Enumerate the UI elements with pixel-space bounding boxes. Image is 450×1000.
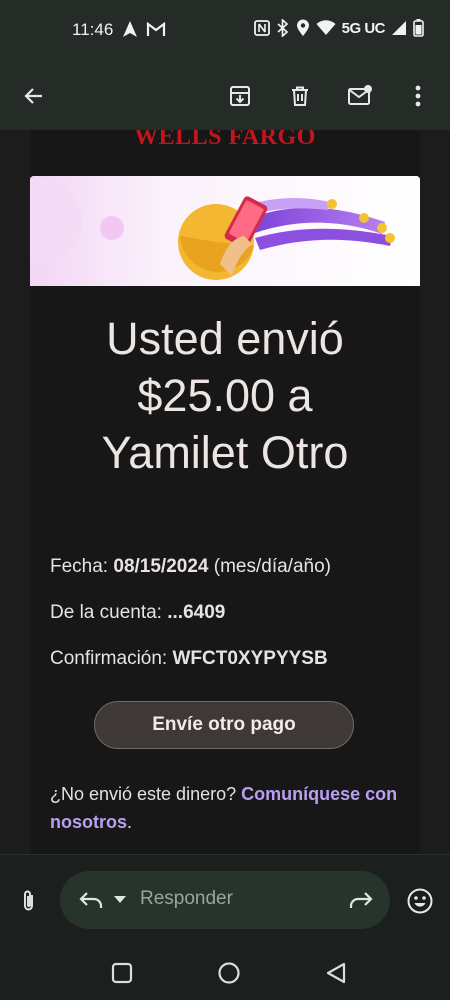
delete-icon[interactable]: [282, 78, 318, 114]
account-row: De la cuenta: ...6409: [50, 602, 226, 623]
back-nav-icon[interactable]: [325, 961, 347, 985]
payment-details: Fecha: 08/15/2024 (mes/día/año) De la cu…: [50, 552, 331, 690]
more-vert-icon[interactable]: [400, 78, 436, 114]
not-sent-notice: ¿No envió este dinero? Comuníquese con n…: [50, 784, 398, 832]
signal-icon: [392, 21, 406, 35]
emoji-icon[interactable]: [406, 887, 434, 915]
brand-logo: WELLS FARGO: [134, 130, 316, 150]
system-nav-bar: [0, 946, 450, 1000]
phone-payment-illustration: [30, 176, 420, 286]
forward-icon[interactable]: [348, 890, 374, 910]
status-time: 11:46: [72, 20, 114, 39]
bluetooth-icon: [277, 19, 288, 37]
reply-placeholder[interactable]: Responder: [140, 888, 233, 910]
confirmation-row: Confirmación: WFCT0XYPYYSB: [50, 648, 328, 669]
mark-unread-icon[interactable]: [342, 78, 378, 114]
send-another-payment-button[interactable]: Envíe otro pago: [94, 701, 354, 749]
gmail-icon: [146, 21, 166, 36]
battery-icon: [413, 19, 424, 37]
archive-icon[interactable]: [222, 78, 258, 114]
attachment-icon[interactable]: [20, 889, 38, 913]
payment-headline: Usted envió $25.00 a Yamilet Otro: [101, 313, 349, 478]
network-type: 5G UC: [341, 19, 386, 37]
date-value: 08/15/2024: [113, 556, 209, 577]
back-arrow-icon[interactable]: [16, 78, 52, 114]
reply-field[interactable]: Responder: [60, 871, 390, 929]
reply-bar: Responder: [0, 854, 450, 947]
status-bar: 11:46 5G UC: [0, 0, 450, 62]
confirmation-value: WFCT0XYPYYSB: [172, 648, 328, 669]
account-value: ...6409: [167, 602, 226, 623]
hero-banner: [30, 176, 420, 286]
wifi-icon: [316, 20, 336, 35]
navigation-icon: [123, 21, 137, 37]
date-row: Fecha: 08/15/2024 (mes/día/año): [50, 556, 331, 577]
app-bar: [0, 62, 450, 130]
chevron-down-icon[interactable]: [114, 896, 126, 904]
recents-icon[interactable]: [111, 962, 133, 984]
home-icon[interactable]: [217, 961, 241, 985]
nfc-icon: [253, 20, 270, 36]
location-icon: [296, 19, 309, 36]
reply-icon[interactable]: [78, 890, 104, 910]
email-body: WELLS FARGO Usted envió $25.00 a Yamilet…: [30, 130, 420, 854]
